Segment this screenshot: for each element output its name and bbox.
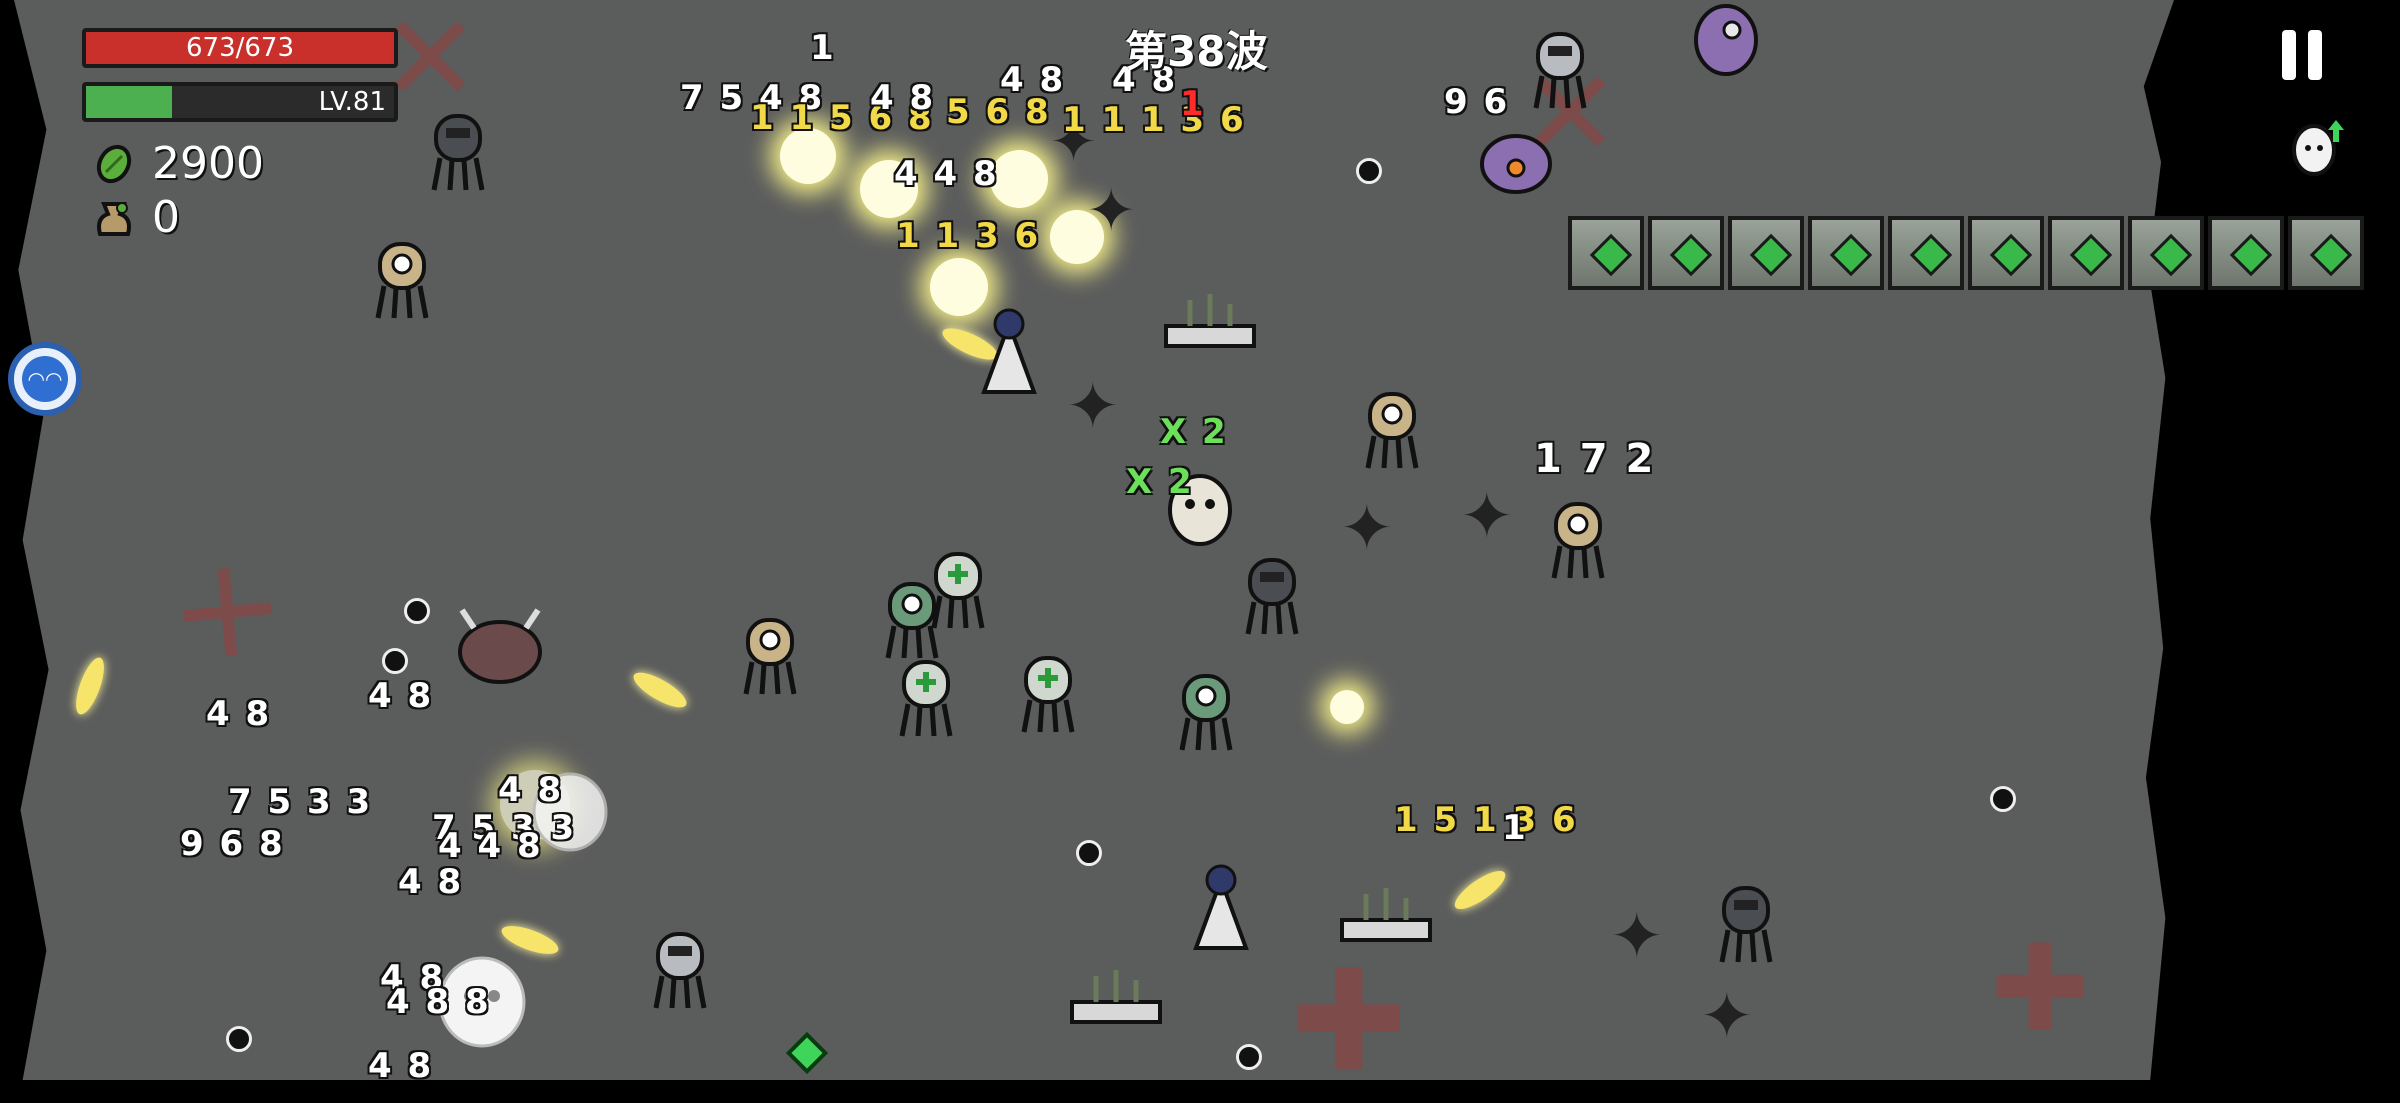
- damage-number: 4 4 8: [894, 154, 999, 194]
- money-bag-icon: [97, 201, 131, 236]
- heal-multiplier: X 2: [1126, 462, 1194, 502]
- shuriken-icon: ✦: [1700, 980, 1754, 1054]
- damage-number: 9 6: [1444, 82, 1510, 122]
- damage-number: 4 8 8: [386, 982, 491, 1022]
- robot-walker-icon: [1365, 392, 1419, 469]
- robot-walker-icon: [1551, 502, 1605, 579]
- robed-mage-icon: [981, 308, 1037, 394]
- crate-icon: [2128, 216, 2204, 290]
- purple-alien-icon: [1694, 4, 1758, 76]
- damage-number: 4 4 8: [438, 826, 543, 866]
- shuriken-icon: ✦: [1340, 492, 1394, 566]
- sapling-planter-icon: [1164, 294, 1256, 348]
- damage-number: 7 5 3 3: [228, 782, 373, 822]
- medic-walker-icon: [1021, 656, 1075, 733]
- crate-icon: [1808, 216, 1884, 290]
- damage-number: 4 8: [1000, 60, 1066, 100]
- robot-walker-icon: [743, 618, 797, 695]
- shuriken-icon: ✦: [1086, 176, 1137, 246]
- black-hole-icon: [404, 598, 430, 624]
- damage-number: 1: [1502, 808, 1528, 848]
- health-text: 673/673: [185, 33, 294, 63]
- damage-number: 4 8: [870, 78, 936, 118]
- crate-icon: [1968, 216, 2044, 290]
- crate-icon: [2288, 216, 2364, 290]
- black-hole-icon: [382, 648, 408, 674]
- shuriken-icon: ✦: [1066, 370, 1120, 444]
- medic-walker-icon: [899, 660, 953, 737]
- robot-walker-icon: [431, 114, 485, 191]
- black-hole-icon: [1236, 1044, 1262, 1070]
- crate-icon: [1568, 216, 1644, 290]
- black-hole-icon: [1076, 840, 1102, 866]
- robot-walker-icon: [653, 932, 707, 1009]
- crate-icon: [2208, 216, 2284, 290]
- spawn-marker-icon: ✚: [1290, 940, 1408, 1103]
- horned-beetle-icon: [458, 608, 542, 684]
- health-bar: 673/673: [82, 28, 398, 68]
- shuriken-icon: ✦: [1460, 480, 1514, 554]
- crate-row: [1568, 216, 2364, 290]
- shuriken-icon: ✦: [1610, 900, 1664, 974]
- damage-number: 4 8: [498, 770, 564, 810]
- crit-damage-number: 1 5 1 3 6: [1394, 800, 1578, 840]
- medic-walker-icon: [931, 552, 985, 629]
- damage-number: 4 8: [368, 1046, 434, 1086]
- robot-walker-icon: [1719, 886, 1773, 963]
- damage-number: 1 7 2: [1534, 436, 1656, 482]
- crate-icon: [1648, 216, 1724, 290]
- robot-walker-icon: [1533, 32, 1587, 109]
- bag-value: 0: [152, 192, 180, 243]
- spawn-marker-icon: ✚: [1990, 920, 2091, 1059]
- robed-mage-icon: [1193, 864, 1249, 950]
- damage-number: 1: [1180, 84, 1206, 124]
- bag-counter: 0: [92, 192, 180, 243]
- crate-icon: [1888, 216, 1964, 290]
- black-hole-icon: [226, 1026, 252, 1052]
- pause-button[interactable]: [2280, 30, 2324, 80]
- damage-number: 4 8: [398, 862, 464, 902]
- green-seed-icon: [96, 144, 132, 183]
- robot-walker-icon: [1179, 674, 1233, 751]
- sapling-planter-icon: [1070, 970, 1162, 1024]
- purple-alien-icon: [1480, 134, 1552, 194]
- crit-damage-number: 1 1 1 3 6: [1062, 100, 1246, 140]
- sapling-planter-icon: [1340, 888, 1432, 942]
- crate-icon: [1728, 216, 1804, 290]
- crit-damage-number: 1 1 3 6: [896, 216, 1041, 256]
- wave-counter: 第38波: [1125, 27, 1268, 76]
- heal-multiplier: X 2: [1160, 412, 1228, 452]
- level-text: LV.81: [318, 87, 386, 117]
- projectile-orb: [1330, 690, 1364, 724]
- damage-number: 9 6 8: [180, 824, 285, 864]
- damage-number: 1: [810, 28, 836, 68]
- black-hole-icon: [1990, 786, 2016, 812]
- black-hole-icon: [1356, 158, 1382, 184]
- experience-bar: LV.81: [82, 82, 398, 122]
- robot-walker-icon: [375, 242, 429, 319]
- robot-walker-icon: [1245, 558, 1299, 635]
- crate-icon: [2048, 216, 2124, 290]
- skill-button[interactable]: ◠◠: [8, 342, 82, 416]
- egg-upgrade-icon[interactable]: [2290, 116, 2344, 176]
- damage-number: 4 8: [368, 676, 434, 716]
- damage-number: 4 8: [206, 694, 272, 734]
- blue-skill-icon: ◠◠: [22, 356, 68, 402]
- materials-counter: 2900: [92, 138, 264, 189]
- materials-value: 2900: [152, 138, 264, 189]
